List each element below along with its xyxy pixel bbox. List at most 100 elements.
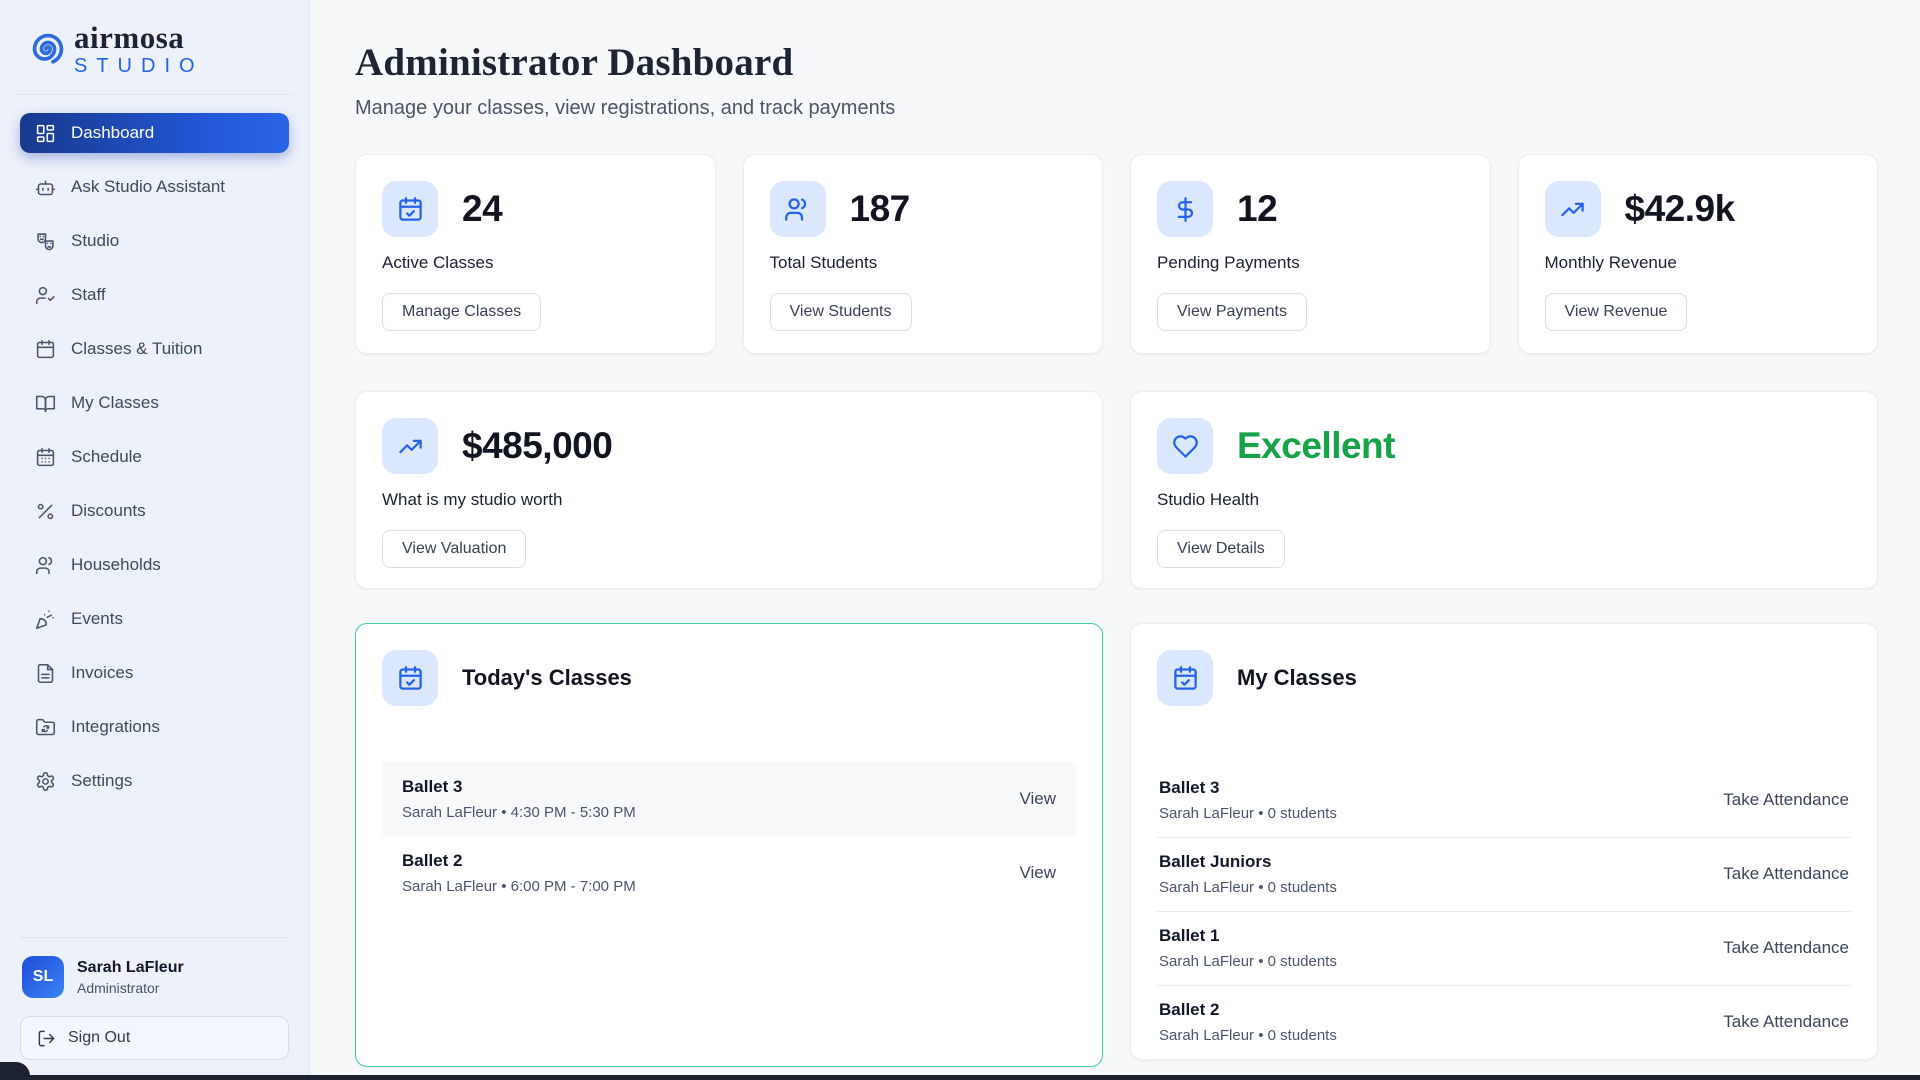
sidebar-item-households[interactable]: Households xyxy=(20,545,289,585)
sidebar-item-invoices[interactable]: Invoices xyxy=(20,653,289,693)
stat-label: Pending Payments xyxy=(1157,253,1464,273)
table-row[interactable]: Ballet 3 Sarah LaFleur • 4:30 PM - 5:30 … xyxy=(382,762,1076,836)
stat-label: Monthly Revenue xyxy=(1545,253,1852,273)
table-row[interactable]: Ballet 2 Sarah LaFleur • 6:00 PM - 7:00 … xyxy=(382,836,1076,910)
logo-name: airmosa xyxy=(74,22,204,53)
page-subtitle: Manage your classes, view registrations,… xyxy=(355,97,1878,120)
sidebar-item-label: Schedule xyxy=(71,447,142,467)
studio-worth-value: $485,000 xyxy=(462,425,612,467)
sidebar-item-events[interactable]: Events xyxy=(20,599,289,639)
class-meta: Sarah LaFleur • 6:00 PM - 7:00 PM xyxy=(402,878,636,895)
sidebar-item-label: Households xyxy=(71,555,161,575)
sidebar-nav: Dashboard Ask Studio Assistant Studio St… xyxy=(20,113,289,801)
stat-card-monthly-revenue: $42.9k Monthly Revenue View Revenue xyxy=(1518,154,1879,354)
sidebar-item-label: Classes & Tuition xyxy=(71,339,202,359)
sidebar-item-label: Settings xyxy=(71,771,132,791)
stat-card-total-students: 187 Total Students View Students xyxy=(743,154,1104,354)
user-row: SL Sarah LaFleur Administrator xyxy=(20,956,289,998)
view-valuation-button[interactable]: View Valuation xyxy=(382,530,526,568)
sidebar-item-label: Discounts xyxy=(71,501,146,521)
sidebar-item-my-classes[interactable]: My Classes xyxy=(20,383,289,423)
sidebar-item-ask-studio-assistant[interactable]: Ask Studio Assistant xyxy=(20,167,289,207)
view-students-button[interactable]: View Students xyxy=(770,293,912,331)
view-details-button[interactable]: View Details xyxy=(1157,530,1285,568)
sign-out-label: Sign Out xyxy=(68,1029,130,1047)
stat-value: 12 xyxy=(1237,188,1277,230)
class-name: Ballet 1 xyxy=(1159,926,1337,946)
sign-out-button[interactable]: Sign Out xyxy=(20,1016,289,1060)
class-name: Ballet 2 xyxy=(1159,1000,1337,1020)
sidebar-item-schedule[interactable]: Schedule xyxy=(20,437,289,477)
logo-subtitle: STUDIO xyxy=(74,56,204,76)
take-attendance-link[interactable]: Take Attendance xyxy=(1723,938,1849,958)
studio-health-card: Excellent Studio Health View Details xyxy=(1130,391,1878,589)
bottom-edge-bar xyxy=(0,1075,1920,1080)
table-row[interactable]: Ballet Juniors Sarah LaFleur • 0 student… xyxy=(1157,838,1851,912)
calendar-days-icon xyxy=(35,447,56,468)
file-text-icon xyxy=(35,663,56,684)
class-meta: Sarah LaFleur • 4:30 PM - 5:30 PM xyxy=(402,804,636,821)
page-title: Administrator Dashboard xyxy=(355,40,1878,85)
stat-label: Active Classes xyxy=(382,253,689,273)
todays-classes-title: Today's Classes xyxy=(462,665,632,691)
party-popper-icon xyxy=(35,609,56,630)
logo-spiral-icon xyxy=(22,23,74,75)
table-row[interactable]: Ballet 2 Sarah LaFleur • 0 students Take… xyxy=(1157,986,1851,1059)
studio-worth-label: What is my studio worth xyxy=(382,490,1076,510)
sidebar-item-label: Events xyxy=(71,609,123,629)
class-meta: Sarah LaFleur • 0 students xyxy=(1159,879,1337,896)
gear-icon xyxy=(35,771,56,792)
manage-classes-button[interactable]: Manage Classes xyxy=(382,293,541,331)
sidebar-item-label: Invoices xyxy=(71,663,133,683)
todays-classes-card: Today's Classes Ballet 3 Sarah LaFleur •… xyxy=(355,623,1103,1067)
main-content: Administrator Dashboard Manage your clas… xyxy=(310,0,1920,1067)
calendar-check-icon xyxy=(1157,650,1213,706)
view-link[interactable]: View xyxy=(1019,863,1056,883)
class-meta: Sarah LaFleur • 0 students xyxy=(1159,1027,1337,1044)
log-out-icon xyxy=(37,1029,56,1048)
view-link[interactable]: View xyxy=(1019,789,1056,809)
table-row[interactable]: Ballet 1 Sarah LaFleur • 0 students Take… xyxy=(1157,912,1851,986)
sidebar: airmosa STUDIO Dashboard Ask Studio Assi… xyxy=(0,0,310,1080)
stat-value: $42.9k xyxy=(1625,188,1735,230)
calendar-check-icon xyxy=(382,650,438,706)
sidebar-item-label: Studio xyxy=(71,231,119,251)
stat-cards-row: 24 Active Classes Manage Classes 187 Tot… xyxy=(355,154,1878,354)
class-name: Ballet 2 xyxy=(402,851,636,871)
my-classes-card: My Classes Ballet 3 Sarah LaFleur • 0 st… xyxy=(1130,623,1878,1060)
stat-value: 187 xyxy=(850,188,910,230)
sidebar-item-settings[interactable]: Settings xyxy=(20,761,289,801)
users-icon xyxy=(35,555,56,576)
class-meta: Sarah LaFleur • 0 students xyxy=(1159,805,1337,822)
stat-label: Total Students xyxy=(770,253,1077,273)
calendar-icon xyxy=(35,339,56,360)
studio-health-value: Excellent xyxy=(1237,425,1395,467)
calendar-check-icon xyxy=(382,181,438,237)
folder-sync-icon xyxy=(35,717,56,738)
class-name: Ballet 3 xyxy=(1159,778,1337,798)
sidebar-item-dashboard[interactable]: Dashboard xyxy=(20,113,289,153)
sidebar-item-discounts[interactable]: Discounts xyxy=(20,491,289,531)
heart-icon xyxy=(1157,418,1213,474)
class-meta: Sarah LaFleur • 0 students xyxy=(1159,953,1337,970)
sidebar-item-label: Staff xyxy=(71,285,106,305)
sidebar-divider xyxy=(16,94,293,95)
table-row[interactable]: Ballet 3 Sarah LaFleur • 0 students Take… xyxy=(1157,764,1851,838)
view-revenue-button[interactable]: View Revenue xyxy=(1545,293,1688,331)
sidebar-item-label: Dashboard xyxy=(71,123,154,143)
sidebar-item-studio[interactable]: Studio xyxy=(20,221,289,261)
sidebar-item-label: Ask Studio Assistant xyxy=(71,177,225,197)
stat-card-pending-payments: 12 Pending Payments View Payments xyxy=(1130,154,1491,354)
avatar: SL xyxy=(22,956,64,998)
sidebar-item-staff[interactable]: Staff xyxy=(20,275,289,315)
user-role: Administrator xyxy=(77,980,184,996)
view-payments-button[interactable]: View Payments xyxy=(1157,293,1307,331)
theater-masks-icon xyxy=(35,231,56,252)
take-attendance-link[interactable]: Take Attendance xyxy=(1723,864,1849,884)
class-name: Ballet Juniors xyxy=(1159,852,1337,872)
sidebar-item-integrations[interactable]: Integrations xyxy=(20,707,289,747)
take-attendance-link[interactable]: Take Attendance xyxy=(1723,790,1849,810)
info-cards-row: $485,000 What is my studio worth View Va… xyxy=(355,391,1878,589)
sidebar-item-classes-tuition[interactable]: Classes & Tuition xyxy=(20,329,289,369)
take-attendance-link[interactable]: Take Attendance xyxy=(1723,1012,1849,1032)
